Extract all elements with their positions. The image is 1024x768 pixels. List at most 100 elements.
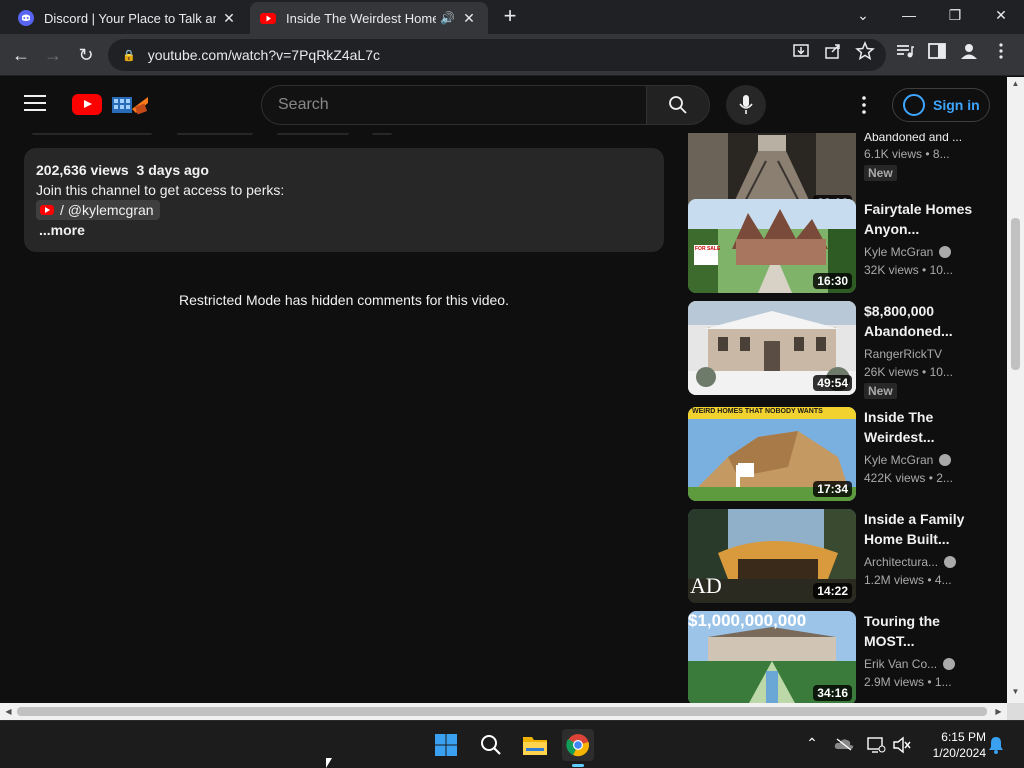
tab-discord[interactable]: Discord | Your Place to Talk and Hang Ou…	[8, 2, 248, 34]
scroll-up-arrow[interactable]: ▲	[1007, 79, 1024, 88]
bookmark-star-icon[interactable]	[854, 40, 876, 62]
speaker-icon[interactable]: 🔊	[440, 11, 456, 25]
video-views: 2.9M views • 1...	[864, 675, 952, 689]
share-icon[interactable]	[822, 40, 844, 62]
comments-restricted-notice: Restricted Mode has hidden comments for …	[179, 292, 509, 308]
for-sale-sign: FOR SALE	[695, 246, 721, 252]
youtube-logo[interactable]	[72, 94, 102, 115]
side-panel-icon[interactable]	[926, 40, 948, 62]
restore-button[interactable]: ❐	[932, 0, 978, 30]
new-tab-button[interactable]: +	[498, 4, 522, 28]
video-title[interactable]: Touring the MOST...	[864, 611, 988, 651]
system-clock[interactable]: 6:15 PM 1/20/2024	[916, 729, 986, 761]
view-count: 202,636 views	[36, 162, 129, 178]
address-bar[interactable]: 🔒 youtube.com/watch?v=7PqRkZ4aL7c	[108, 39, 886, 71]
windows-start-icon[interactable]	[430, 729, 462, 761]
volume-muted-icon[interactable]	[892, 736, 912, 754]
verified-icon	[943, 658, 956, 670]
video-thumbnail[interactable]: $1,000,000,000 34:16	[688, 611, 856, 703]
video-title[interactable]: Fairytale Homes Anyon...	[864, 199, 988, 239]
close-window-button[interactable]: ✕	[978, 0, 1024, 30]
video-thumbnail[interactable]: 49:54	[688, 301, 856, 395]
scrollbar-thumb[interactable]	[17, 707, 987, 716]
related-video[interactable]: $1,000,000,000 34:16 Touring the MOST...…	[688, 611, 988, 703]
discord-icon	[18, 10, 34, 26]
verified-icon	[939, 454, 952, 466]
media-controls-icon[interactable]	[894, 40, 916, 62]
new-badge: New	[864, 165, 897, 181]
scroll-left-arrow[interactable]: ◀	[0, 703, 17, 720]
vertical-scrollbar[interactable]: ▲ ▼	[1007, 77, 1024, 703]
thumbnail-price-text: $1,000,000,000	[688, 611, 807, 630]
minimize-button[interactable]: —	[886, 0, 932, 30]
close-tab-icon[interactable]: ✕	[460, 10, 478, 27]
onedrive-icon[interactable]	[834, 737, 854, 751]
browser-menu-icon[interactable]	[990, 40, 1012, 62]
channel-name: Kyle McGran	[864, 451, 988, 469]
chevron-up-icon[interactable]: ⌃	[802, 735, 822, 752]
channel-link[interactable]: / @kylemcgran	[36, 200, 160, 220]
channel-name: RangerRickTV	[864, 347, 943, 361]
profile-icon[interactable]	[958, 40, 980, 62]
clock-time: 6:15 PM	[941, 730, 986, 744]
search-input[interactable]: Search	[261, 85, 647, 125]
action-pill[interactable]	[372, 133, 392, 135]
settings-menu-icon[interactable]	[858, 95, 870, 115]
close-tab-icon[interactable]: ✕	[220, 10, 238, 27]
related-video[interactable]: FOR SALE 16:30 Fairytale Homes Anyon... …	[688, 199, 988, 295]
channel-name: Erik Van Co...	[864, 655, 988, 673]
sign-in-button[interactable]: Sign in	[892, 88, 990, 122]
action-pill[interactable]	[177, 133, 253, 135]
show-more-button[interactable]: ...more	[39, 220, 652, 240]
related-video[interactable]: 49:54 $8,800,000 Abandoned... RangerRick…	[688, 301, 988, 399]
search-button[interactable]	[646, 85, 710, 125]
video-thumbnail[interactable]: AD 14:22	[688, 509, 856, 603]
video-duration: 17:34	[813, 481, 852, 497]
search-placeholder: Search	[278, 96, 329, 113]
voice-search-button[interactable]	[726, 85, 766, 125]
video-duration: 16:30	[813, 273, 852, 289]
horizontal-scrollbar[interactable]: ◀ ▶	[0, 703, 1007, 720]
youtube-icon	[40, 205, 54, 215]
lock-icon[interactable]: 🔒	[122, 49, 136, 62]
action-buttons-row	[32, 133, 432, 137]
tab-title: Discord | Your Place to Talk and Hang Ou…	[44, 10, 216, 26]
video-description[interactable]: 202,636 views 3 days ago Join this chann…	[24, 148, 664, 252]
search-icon[interactable]	[475, 729, 507, 761]
channel-link-text: / @kylemcgran	[60, 202, 154, 218]
video-title[interactable]: $8,800,000 Abandoned...	[864, 301, 988, 341]
mouse-cursor	[326, 758, 332, 768]
youtube-doodle-icon[interactable]	[110, 91, 150, 117]
video-thumbnail[interactable]: WEIRD HOMES THAT NOBODY WANTS 17:34	[688, 407, 856, 501]
back-button[interactable]: ←	[8, 42, 34, 68]
scroll-right-arrow[interactable]: ▶	[990, 703, 1007, 720]
tab-youtube[interactable]: Inside The Weirdest Homes That Nobody Wa…	[250, 2, 488, 34]
verified-icon	[939, 246, 952, 258]
menu-icon[interactable]	[24, 95, 46, 113]
scroll-down-arrow[interactable]: ▼	[1007, 687, 1024, 696]
install-app-icon[interactable]	[790, 40, 812, 62]
related-video[interactable]: AD 14:22 Inside a Family Home Built... A…	[688, 509, 988, 605]
video-duration: 14:22	[813, 583, 852, 599]
video-title[interactable]: Inside a Family Home Built...	[864, 509, 988, 549]
youtube-icon	[260, 13, 276, 24]
chrome-icon[interactable]	[562, 729, 594, 767]
scrollbar-thumb[interactable]	[1011, 218, 1020, 370]
video-duration: 34:16	[813, 685, 852, 701]
file-explorer-icon[interactable]	[519, 729, 551, 761]
tab-search-icon[interactable]: ⌄	[840, 0, 886, 30]
sign-in-label: Sign in	[933, 97, 980, 113]
video-views: 6.1K views • 8...	[864, 147, 950, 161]
action-pill[interactable]	[277, 133, 349, 135]
network-icon[interactable]	[866, 736, 886, 754]
microphone-icon	[739, 95, 753, 114]
forward-button[interactable]: →	[40, 42, 66, 68]
notification-bell-icon[interactable]	[988, 736, 1004, 754]
channel-name: Kyle McGran	[864, 243, 988, 261]
related-video[interactable]: WEIRD HOMES THAT NOBODY WANTS 17:34 Insi…	[688, 407, 988, 503]
action-pill[interactable]	[32, 133, 152, 135]
video-views: 1.2M views • 4...	[864, 573, 952, 587]
reload-button[interactable]: ↻	[73, 42, 99, 68]
video-title[interactable]: Inside The Weirdest...	[864, 407, 988, 447]
video-thumbnail[interactable]: FOR SALE 16:30	[688, 199, 856, 293]
